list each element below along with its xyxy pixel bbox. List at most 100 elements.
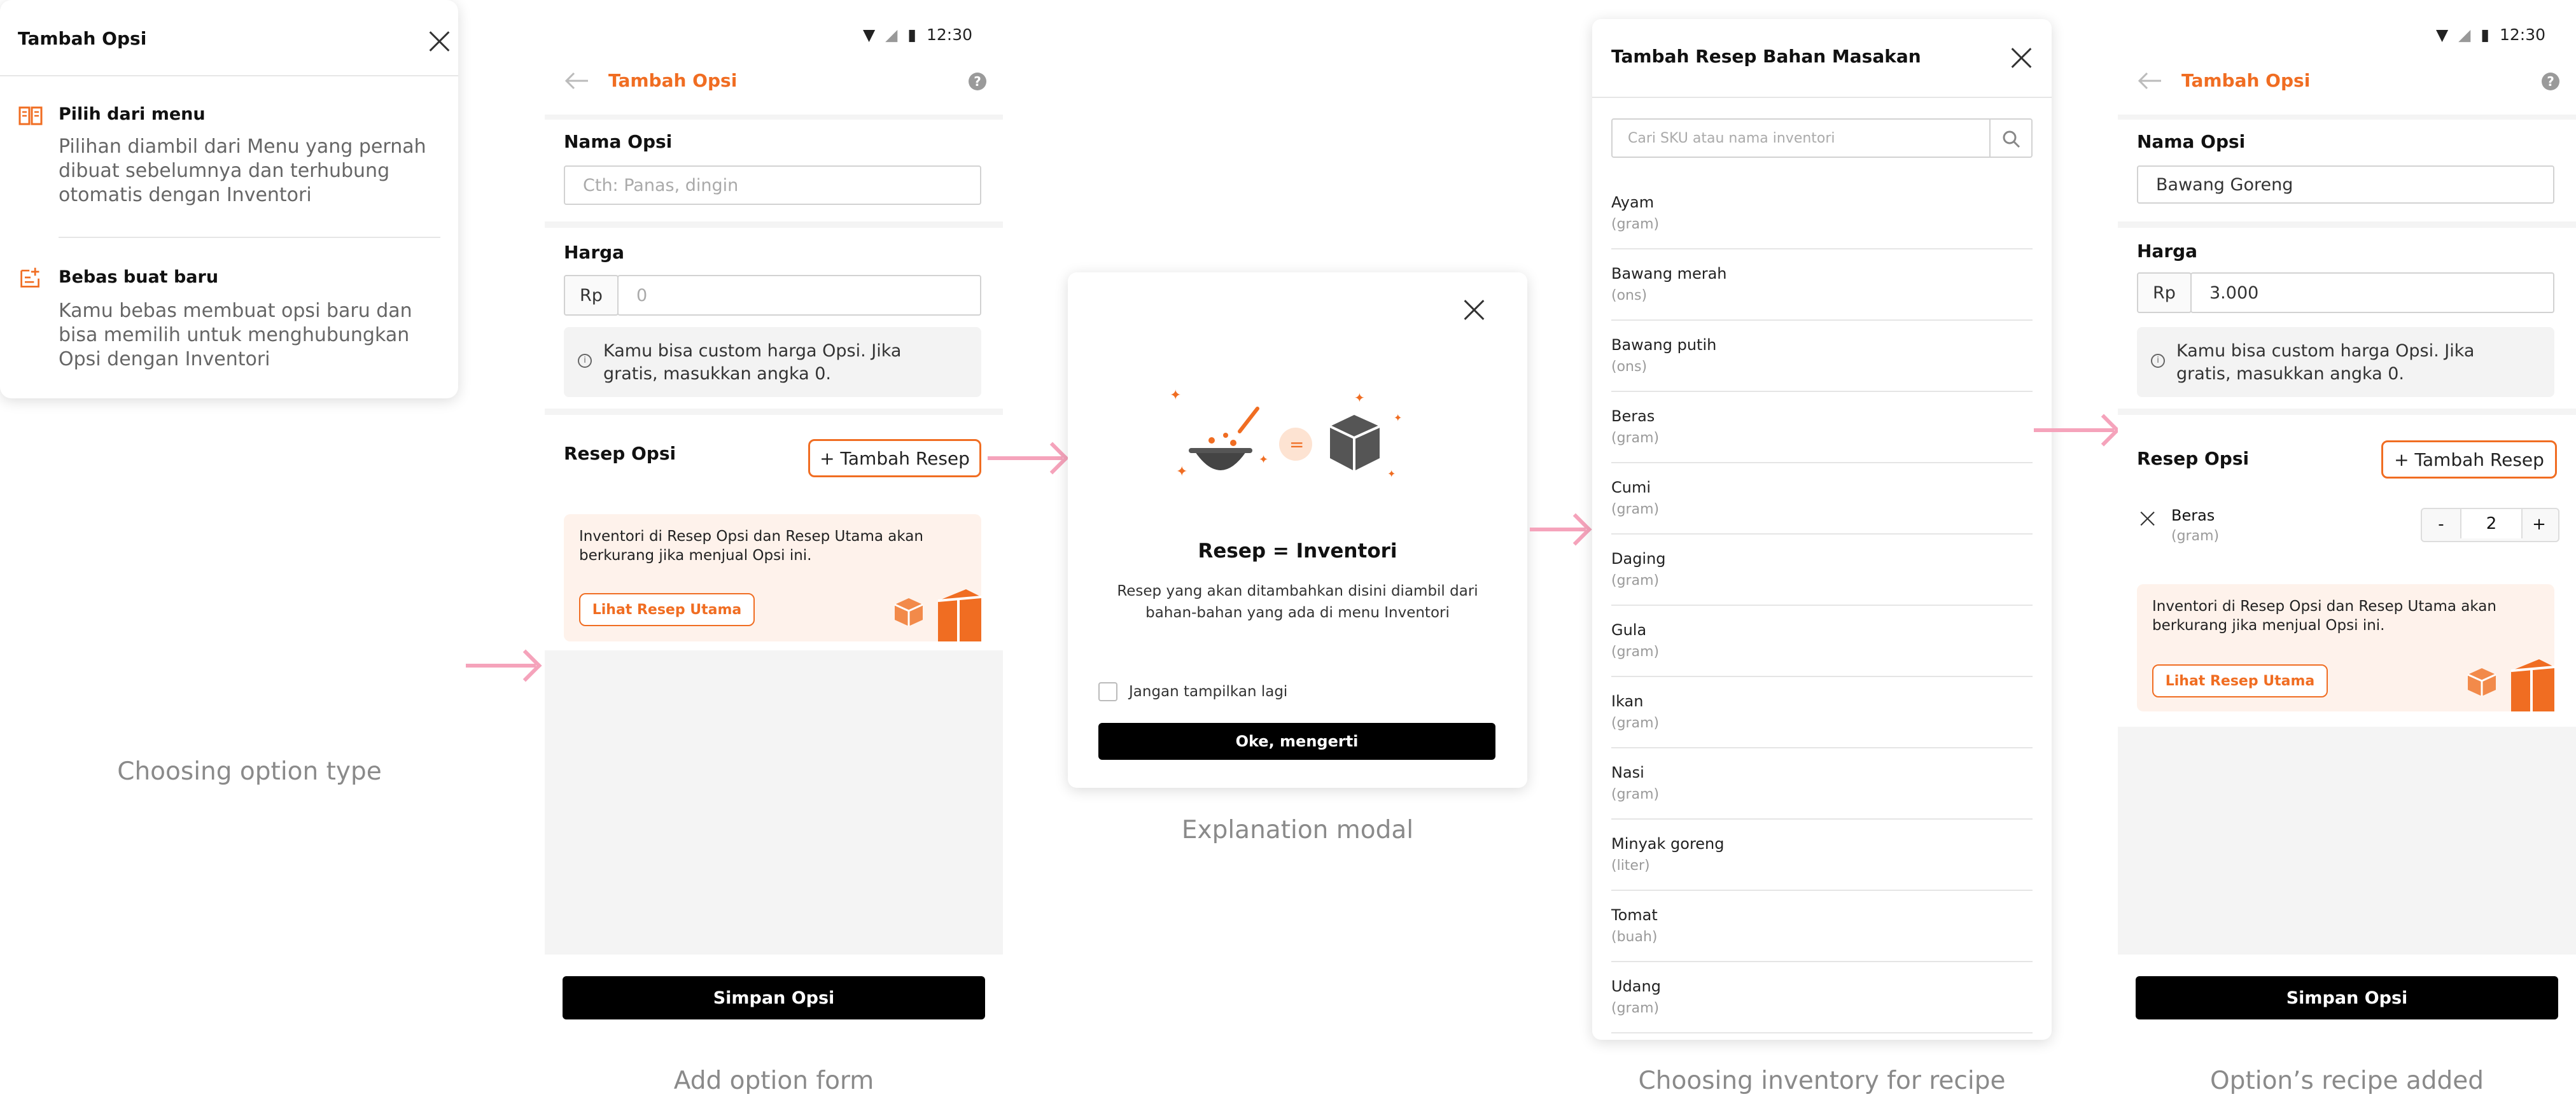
quantity-value[interactable]: 2 <box>2460 509 2523 538</box>
back-arrow-icon[interactable] <box>564 71 589 90</box>
inventory-item-unit: (gram) <box>1611 573 1660 589</box>
recipe-label: Resep Opsi <box>2137 448 2250 469</box>
price-input[interactable]: 3.000 <box>2190 272 2554 313</box>
inventory-panel: Tambah Resep Bahan Masakan Cari SKU atau… <box>1592 19 2052 1040</box>
caption: Add option form <box>673 1067 874 1095</box>
add-recipe-button[interactable]: + Tambah Resep <box>2381 440 2557 479</box>
header-title: Tambah Opsi <box>2181 70 2311 91</box>
box-icon <box>2467 668 2496 696</box>
flow-arrow <box>1530 528 1586 531</box>
status-bar: ▼ ◢ ▮ 12:30 <box>2436 25 2545 44</box>
svg-text:✦: ✦ <box>1176 464 1187 480</box>
ok-button[interactable]: Oke, mengerti <box>1098 723 1495 760</box>
currency-prefix: Rp <box>2137 272 2192 313</box>
inventory-item-name: Tomat <box>1611 906 1658 924</box>
inventory-list-item[interactable]: Cumi (gram) <box>1611 463 2033 535</box>
inventory-list-item[interactable]: Gula (gram) <box>1611 606 2033 677</box>
wifi-icon: ▼ <box>863 25 876 44</box>
close-icon[interactable] <box>2011 47 2033 69</box>
inventory-item-name: Gula <box>1611 621 1647 639</box>
inventory-item-name: Udang <box>1611 977 1661 995</box>
modal-desc: Resep yang akan ditambahkan disini diamb… <box>1117 583 1478 621</box>
flow-arrow <box>988 456 1063 460</box>
inventory-item-unit: (gram) <box>1611 715 1660 731</box>
status-time: 12:30 <box>2499 25 2545 44</box>
inventory-item-name: Ikan <box>1611 692 1644 710</box>
dont-show-checkbox[interactable] <box>1098 682 1117 701</box>
battery-icon: ▮ <box>907 25 917 44</box>
battery-icon: ▮ <box>2481 25 2490 44</box>
inventory-item-unit: (gram) <box>1611 644 1660 660</box>
svg-text:✦: ✦ <box>1170 388 1181 403</box>
info-icon: i <box>578 354 592 368</box>
flow-arrow <box>2034 428 2114 432</box>
inventory-list-item[interactable]: Bawang merah (ons) <box>1611 249 2033 321</box>
option-desc: Kamu bebas membuat opsi baru dan bisa me… <box>59 300 412 370</box>
recipe-item-unit: (gram) <box>2171 528 2220 544</box>
price-section: Harga Rp 0 i Kamu bisa custom harga Opsi… <box>545 228 1003 409</box>
price-label: Harga <box>2137 241 2198 262</box>
inventory-item-unit: (liter) <box>1611 858 1650 874</box>
price-info-text: Kamu bisa custom harga Opsi. Jika gratis… <box>2176 341 2475 384</box>
inventory-item-unit: (gram) <box>1611 430 1660 446</box>
price-info-box: i Kamu bisa custom harga Opsi. Jika grat… <box>2137 327 2554 397</box>
promo-box: Inventori di Resep Opsi dan Resep Utama … <box>564 514 981 641</box>
name-input[interactable]: Cth: Panas, dingin <box>564 165 981 205</box>
view-main-recipe-button[interactable]: Lihat Resep Utama <box>579 593 755 626</box>
caption: Choosing option type <box>117 757 382 786</box>
view-main-recipe-button[interactable]: Lihat Resep Utama <box>2152 664 2328 697</box>
svg-text:✦: ✦ <box>1354 390 1365 405</box>
inventory-item-unit: (gram) <box>1611 501 1660 517</box>
search-button[interactable] <box>1989 118 2033 158</box>
inventory-list-item[interactable]: Nasi (gram) <box>1611 748 2033 820</box>
name-label: Nama Opsi <box>564 131 673 152</box>
inventory-list-item[interactable]: Beras (gram) <box>1611 392 2033 463</box>
explanation-modal: ✦ ✦ ✦ = ✦ ✦ ✦ Resep = Inventori Resep yang a… <box>1068 272 1527 788</box>
inventory-list-item[interactable]: Bawang putih (ons) <box>1611 321 2033 392</box>
checkbox-label: Jangan tampilkan lagi <box>1129 683 1288 700</box>
back-arrow-icon[interactable] <box>2137 71 2162 90</box>
flow-arrow <box>466 664 536 668</box>
inventory-list-item[interactable]: Tomat (buah) <box>1611 891 2033 962</box>
search-input[interactable]: Cari SKU atau nama inventori <box>1611 118 1991 158</box>
divider <box>59 237 440 238</box>
decrement-button[interactable]: - <box>2422 509 2460 541</box>
recipe-section: Resep Opsi + Tambah Resep Beras (gram) -… <box>2118 415 2576 727</box>
caption: Explanation modal <box>1181 816 1414 844</box>
help-icon[interactable]: ? <box>969 73 986 90</box>
add-recipe-button[interactable]: + Tambah Resep <box>808 439 981 477</box>
price-info-text: Kamu bisa custom harga Opsi. Jika gratis… <box>603 341 902 384</box>
close-icon[interactable] <box>429 31 451 52</box>
inventory-item-name: Minyak goreng <box>1611 835 1725 853</box>
save-option-button[interactable]: Simpan Opsi <box>2136 976 2558 1019</box>
name-label: Nama Opsi <box>2137 131 2246 152</box>
close-icon[interactable] <box>1464 299 1485 321</box>
search-icon <box>2003 130 2020 148</box>
svg-text:=: = <box>1289 434 1304 455</box>
panel-title: Tambah Resep Bahan Masakan <box>1611 46 1921 67</box>
app-header: Tambah Opsi ? <box>2118 56 2576 113</box>
help-icon[interactable]: ? <box>2542 73 2559 90</box>
recipe-inventory-illustration: ✦ ✦ ✦ = ✦ ✦ ✦ <box>1170 388 1402 480</box>
price-section: Harga Rp 3.000 i Kamu bisa custom harga … <box>2118 228 2576 409</box>
inventory-list-item[interactable]: Daging (gram) <box>1611 535 2033 606</box>
box-large-icon <box>2510 659 2554 711</box>
name-input[interactable]: Bawang Goreng <box>2137 165 2554 204</box>
svg-text:✦: ✦ <box>1394 412 1402 424</box>
inventory-item-unit: (gram) <box>1611 787 1660 802</box>
status-time: 12:30 <box>926 25 972 44</box>
inventory-list-item[interactable]: Ikan (gram) <box>1611 677 2033 748</box>
divider <box>1592 97 2052 98</box>
inventory-list-item[interactable]: Minyak goreng (liter) <box>1611 820 2033 891</box>
promo-text: Inventori di Resep Opsi dan Resep Utama … <box>2152 598 2496 634</box>
inventory-list-item[interactable]: Ayam (gram) <box>1611 178 2033 249</box>
remove-icon[interactable] <box>2140 511 2155 526</box>
inventory-list-item[interactable]: Udang (gram) <box>1611 962 2033 1033</box>
app-header: Tambah Opsi ? <box>545 56 1003 113</box>
price-input[interactable]: 0 <box>617 275 981 316</box>
quantity-stepper: - 2 + <box>2421 508 2559 542</box>
increment-button[interactable]: + <box>2520 509 2558 541</box>
promo-text: Inventori di Resep Opsi dan Resep Utama … <box>579 528 923 564</box>
add-list-icon <box>20 267 39 288</box>
save-option-button[interactable]: Simpan Opsi <box>563 976 985 1019</box>
